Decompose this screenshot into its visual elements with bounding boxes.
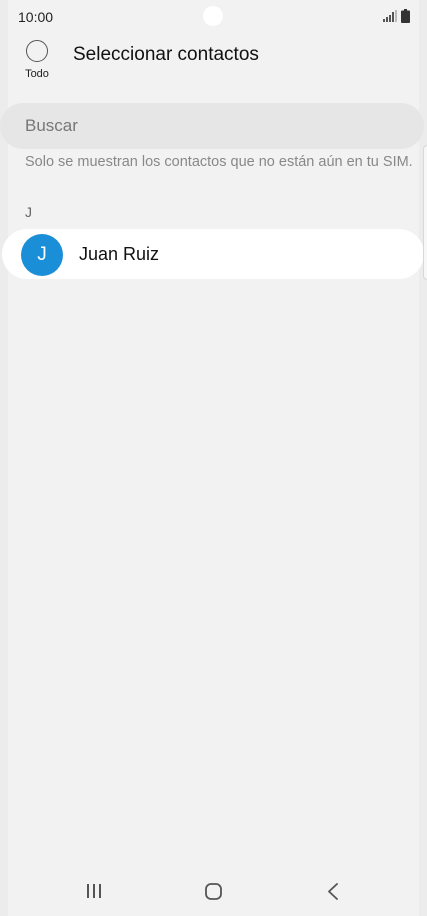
- select-all-label: Todo: [25, 68, 49, 80]
- contact-list-item[interactable]: J Juan Ruiz: [2, 229, 424, 279]
- screen: 10:00 Todo Seleccionar contactos Buscar …: [0, 0, 427, 916]
- avatar: J: [21, 234, 63, 276]
- info-text: Solo se muestran los contactos que no es…: [25, 154, 413, 170]
- battery-icon: [401, 9, 410, 23]
- search-placeholder: Buscar: [25, 116, 78, 135]
- recent-apps-icon[interactable]: [86, 883, 102, 899]
- front-camera: [203, 6, 223, 26]
- contact-name: Juan Ruiz: [79, 244, 160, 264]
- select-all-checkbox[interactable]: Todo: [18, 38, 56, 82]
- section-header-letter: J: [25, 204, 32, 220]
- back-icon[interactable]: [327, 883, 339, 900]
- status-time: 10:00: [18, 9, 54, 25]
- search-input[interactable]: Buscar: [0, 103, 424, 149]
- home-icon[interactable]: [205, 883, 222, 900]
- signal-icon: [383, 10, 397, 22]
- select-all-circle-icon: [26, 40, 48, 62]
- status-bar: 10:00: [0, 0, 427, 32]
- page-title: Seleccionar contactos: [73, 44, 259, 65]
- header: Todo Seleccionar contactos: [0, 32, 427, 88]
- scrollbar[interactable]: [423, 145, 427, 280]
- navigation-bar: [0, 866, 427, 916]
